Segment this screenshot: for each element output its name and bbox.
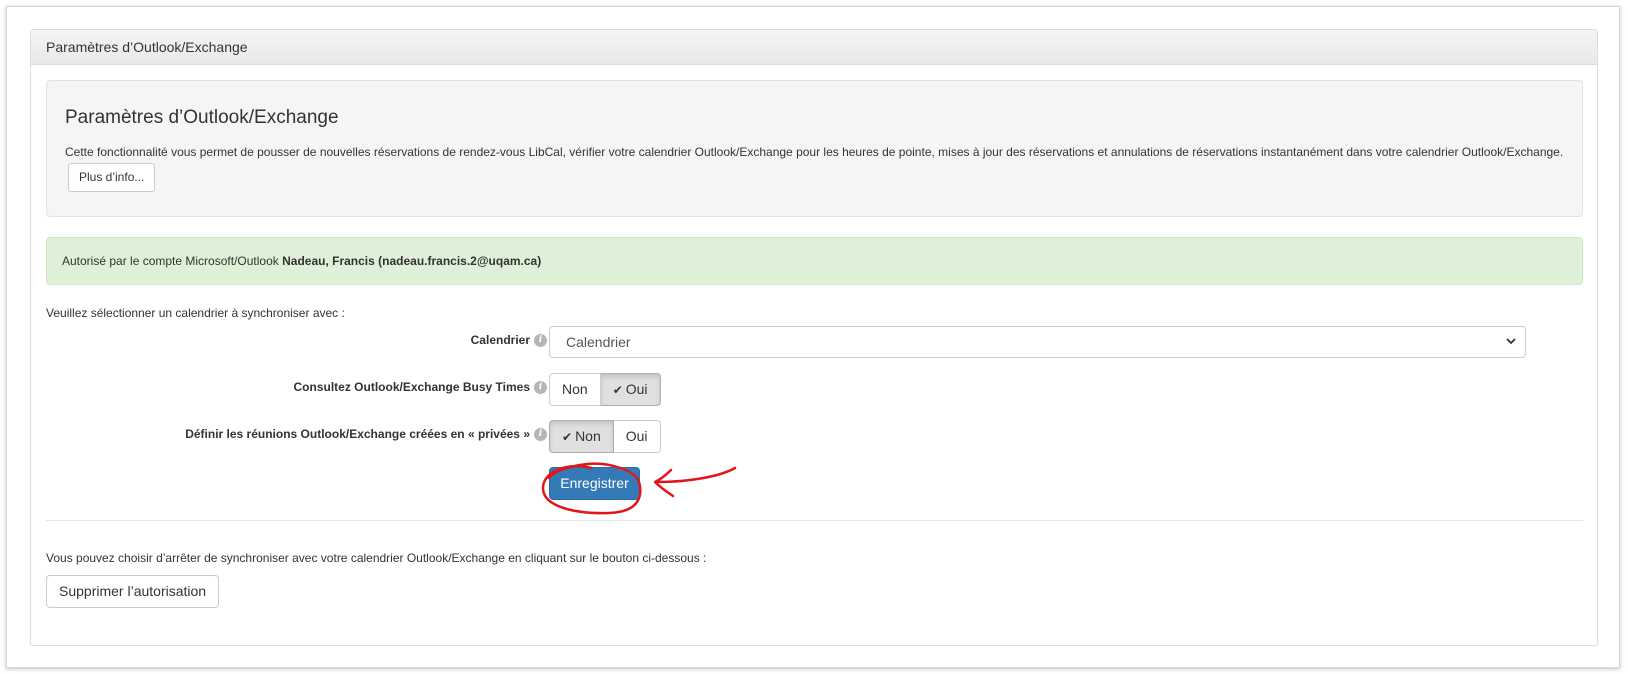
panel-heading: Paramètres d’Outlook/Exchange [31,30,1597,65]
well-title: Paramètres d’Outlook/Exchange [65,107,339,128]
stop-sync-text: Vous pouvez choisir d’arrêter de synchro… [46,551,707,565]
chevron-down-icon [1505,327,1517,368]
busy-times-label-row: Consultez Outlook/Exchange Busy Times i [293,380,547,394]
remove-authorization-button[interactable]: Supprimer l’autorisation [46,575,220,608]
busy-times-oui-button[interactable]: ✔ Oui [600,373,661,406]
info-icon[interactable]: i [534,427,547,441]
busy-times-toggle: Non ✔ Oui [549,373,661,406]
alert-account: Nadeau, Francis (nadeau.francis.2@uqam.c… [282,254,542,268]
busy-times-non-button[interactable]: Non [549,373,601,406]
outlook-settings-panel: Paramètres d’Outlook/Exchange Paramètres… [30,29,1598,646]
info-icon[interactable]: i [534,380,547,394]
busy-times-label: Consultez Outlook/Exchange Busy Times [293,380,531,394]
info-icon[interactable]: i [534,333,547,347]
calendar-label-row: Calendrier i [471,333,547,347]
alert-prefix: Autorisé par le compte Microsoft/Outlook [62,254,279,268]
annotation-arrow [653,466,737,498]
private-meetings-oui-button[interactable]: Oui [613,420,661,453]
calendar-select-value: Calendrier [566,334,631,350]
authorization-alert: Autorisé par le compte Microsoft/Outlook… [46,237,1583,285]
save-button[interactable]: Enregistrer [549,467,640,500]
calendar-label: Calendrier [470,333,530,347]
section-divider [46,520,1583,521]
check-icon: ✔ [612,383,623,397]
private-meetings-toggle: ✔ Non Oui [549,420,661,453]
private-meetings-label-row: Définir les réunions Outlook/Exchange cr… [185,427,547,441]
calendar-select[interactable]: Calendrier [549,326,1526,358]
info-well: Paramètres d’Outlook/Exchange Cette fonc… [46,80,1583,217]
private-meetings-non-button[interactable]: ✔ Non [549,420,614,453]
well-description: Cette fonctionnalité vous permet de pous… [65,141,1564,192]
more-info-button[interactable]: Plus d’info... [68,163,156,192]
screenshot-frame: Paramètres d’Outlook/Exchange Paramètres… [6,6,1620,668]
description-text: Cette fonctionnalité vous permet de pous… [65,145,1564,159]
check-icon: ✔ [562,430,573,444]
private-meetings-label: Définir les réunions Outlook/Exchange cr… [185,427,530,441]
calendar-prompt: Veuillez sélectionner un calendrier à sy… [46,306,345,320]
